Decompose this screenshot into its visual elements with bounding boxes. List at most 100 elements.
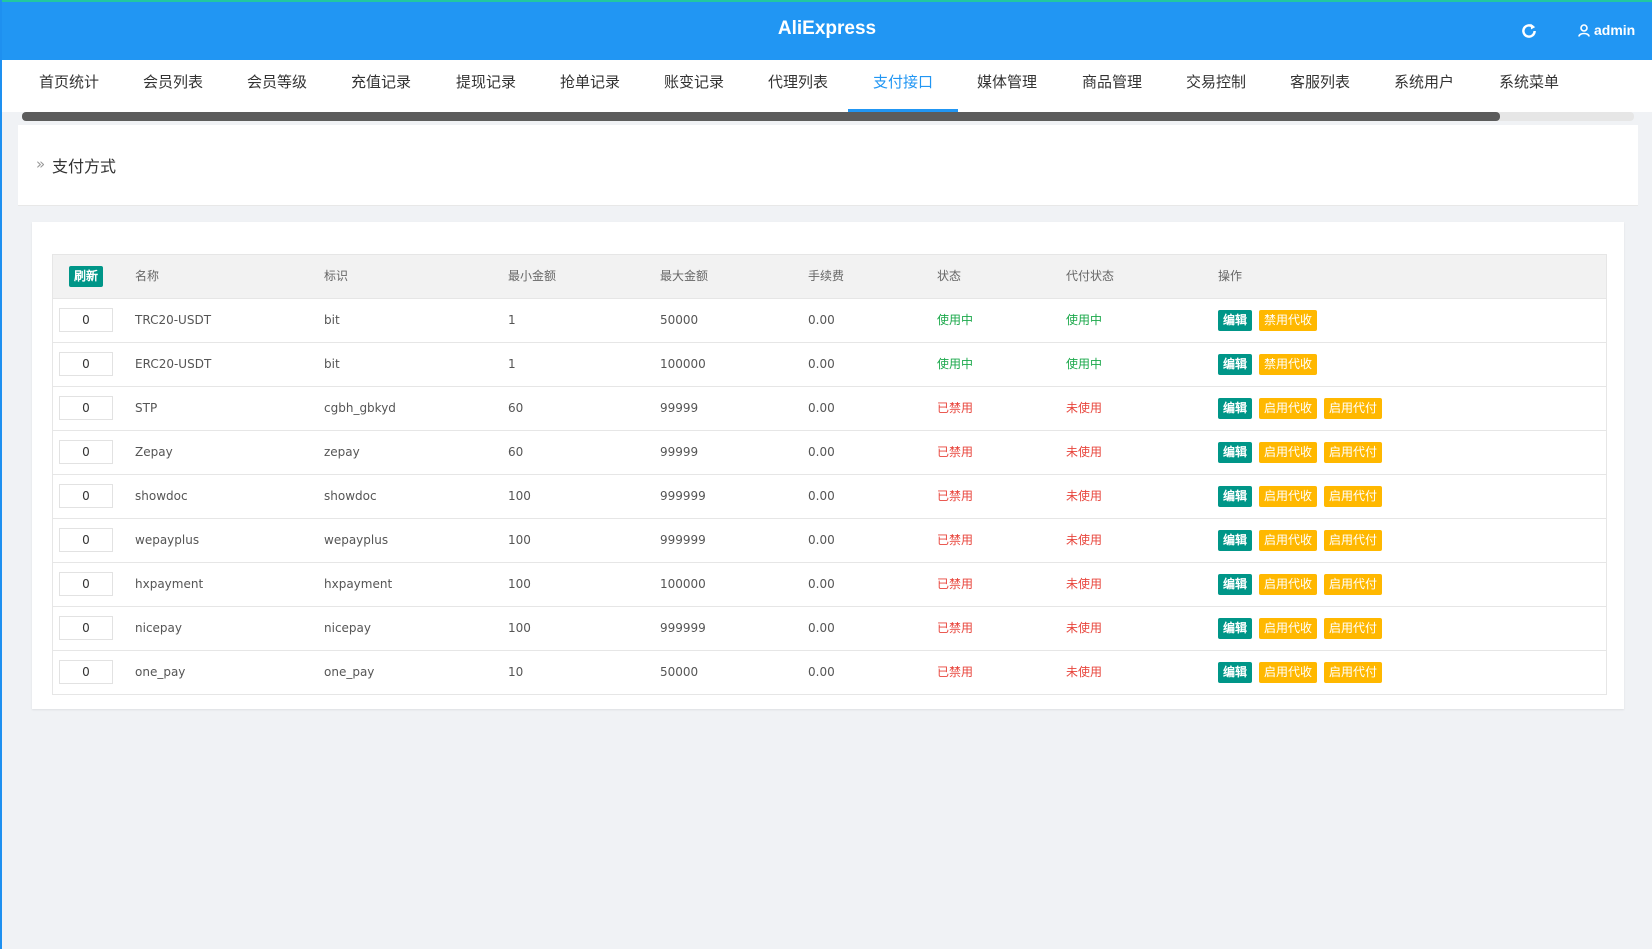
- tab-5[interactable]: 抢单记录: [535, 60, 645, 112]
- toggle-payout-button[interactable]: 启用代付: [1324, 486, 1383, 507]
- cell-ident: zepay: [324, 445, 360, 459]
- tab-1[interactable]: 会员列表: [118, 60, 228, 112]
- tab-2[interactable]: 会员等级: [222, 60, 332, 112]
- edit-button[interactable]: 编辑: [1218, 354, 1253, 375]
- cell-min: 100: [508, 621, 531, 635]
- refresh-icon[interactable]: [1520, 22, 1538, 40]
- cell-ident: cgbh_gbkyd: [324, 401, 396, 415]
- toggle-collect-button[interactable]: 启用代收: [1259, 398, 1318, 419]
- cell-max: 100000: [660, 577, 706, 591]
- table-row: 0 wepayplus wepayplus 100 999999 0.00 已禁用 未使用 编辑…: [53, 519, 1606, 563]
- cell-fee: 0.00: [808, 665, 835, 679]
- sort-input[interactable]: 0: [59, 484, 113, 508]
- tab-11[interactable]: 交易控制: [1161, 60, 1271, 112]
- nav-scrollbar[interactable]: [22, 112, 1634, 121]
- table-row: 0 ERC20-USDT bit 1 100000 0.00 使用中 使用中 编辑 禁用代收: [53, 343, 1606, 387]
- toggle-collect-button[interactable]: 禁用代收: [1259, 354, 1318, 375]
- status-badge: 已禁用: [937, 489, 974, 503]
- cell-min: 100: [508, 533, 531, 547]
- cell-max: 99999: [660, 401, 699, 415]
- cell-ident: bit: [324, 357, 340, 371]
- edit-button[interactable]: 编辑: [1218, 310, 1253, 331]
- payout-status-badge: 未使用: [1066, 445, 1103, 459]
- toggle-collect-button[interactable]: 启用代收: [1259, 574, 1318, 595]
- edit-button[interactable]: 编辑: [1218, 574, 1253, 595]
- sort-input[interactable]: 0: [59, 572, 113, 596]
- toggle-payout-button[interactable]: 启用代付: [1324, 574, 1383, 595]
- toggle-payout-button[interactable]: 启用代付: [1324, 662, 1383, 683]
- cell-ident: wepayplus: [324, 533, 389, 547]
- col-ident: 标识: [324, 269, 349, 283]
- toggle-collect-button[interactable]: 启用代收: [1259, 530, 1318, 551]
- sort-input[interactable]: 0: [59, 308, 113, 332]
- tab-10[interactable]: 商品管理: [1057, 60, 1167, 112]
- cell-name: TRC20-USDT: [135, 313, 212, 327]
- edit-button[interactable]: 编辑: [1218, 662, 1253, 683]
- toggle-payout-button[interactable]: 启用代付: [1324, 442, 1383, 463]
- edit-button[interactable]: 编辑: [1218, 618, 1253, 639]
- page-title: 支付方式: [52, 157, 117, 176]
- status-badge: 已禁用: [937, 445, 974, 459]
- refresh-button[interactable]: 刷新: [69, 266, 104, 287]
- toggle-collect-button[interactable]: 启用代收: [1259, 618, 1318, 639]
- edit-button[interactable]: 编辑: [1218, 486, 1253, 507]
- toggle-payout-button[interactable]: 启用代付: [1324, 618, 1383, 639]
- toggle-collect-button[interactable]: 启用代收: [1259, 662, 1318, 683]
- tab-14[interactable]: 系统菜单: [1474, 60, 1584, 112]
- tab-3[interactable]: 充值记录: [326, 60, 436, 112]
- tab-7[interactable]: 代理列表: [743, 60, 853, 112]
- tab-13[interactable]: 系统用户: [1369, 60, 1479, 112]
- edit-button[interactable]: 编辑: [1218, 442, 1253, 463]
- row-actions: 编辑 启用代收 启用代付: [1218, 519, 1389, 562]
- col-actions: 操作: [1218, 269, 1243, 283]
- payout-status-badge: 未使用: [1066, 533, 1103, 547]
- cell-ident: bit: [324, 313, 340, 327]
- cell-fee: 0.00: [808, 533, 835, 547]
- row-actions: 编辑 启用代收 启用代付: [1218, 651, 1389, 694]
- tab-12[interactable]: 客服列表: [1265, 60, 1375, 112]
- toggle-payout-button[interactable]: 启用代付: [1324, 530, 1383, 551]
- toggle-collect-button[interactable]: 启用代收: [1259, 442, 1318, 463]
- sort-input[interactable]: 0: [59, 440, 113, 464]
- cell-max: 999999: [660, 489, 706, 503]
- tab-6[interactable]: 账变记录: [639, 60, 749, 112]
- sort-input[interactable]: 0: [59, 528, 113, 552]
- cell-min: 60: [508, 445, 524, 459]
- row-actions: 编辑 启用代收 启用代付: [1218, 475, 1389, 518]
- table-row: 0 hxpayment hxpayment 100 100000 0.00 已禁用 未使用 编辑…: [53, 563, 1606, 607]
- sort-input[interactable]: 0: [59, 616, 113, 640]
- cell-ident: one_pay: [324, 665, 375, 679]
- cell-max: 50000: [660, 665, 699, 679]
- cell-min: 1: [508, 313, 516, 327]
- nav-scrollbar-thumb[interactable]: [22, 112, 1500, 121]
- tab-0[interactable]: 首页统计: [14, 60, 124, 112]
- table-row: 0 nicepay nicepay 100 999999 0.00 已禁用 未使用 编辑 启用代收…: [53, 607, 1606, 651]
- cell-fee: 0.00: [808, 621, 835, 635]
- cell-fee: 0.00: [808, 445, 835, 459]
- table-row: 0 Zepay zepay 60 99999 0.00 已禁用 未使用 编辑 启用代收 启用代付: [53, 431, 1606, 475]
- breadcrumb: » 支付方式: [18, 125, 1638, 206]
- sort-input[interactable]: 0: [59, 660, 113, 684]
- status-badge: 已禁用: [937, 533, 974, 547]
- brand-title: AliExpress: [777, 18, 877, 39]
- nav-tabs: 首页统计 会员列表 会员等级 充值记录 提现记录 抢单记录 账变记录 代理列表 支付接口 媒体管理…: [2, 60, 1652, 112]
- sort-input[interactable]: 0: [59, 352, 113, 376]
- status-badge: 已禁用: [937, 401, 974, 415]
- toggle-collect-button[interactable]: 禁用代收: [1259, 310, 1318, 331]
- status-badge: 已禁用: [937, 621, 974, 635]
- user-menu[interactable]: admin: [1578, 22, 1635, 38]
- payout-status-badge: 未使用: [1066, 577, 1103, 591]
- tab-4[interactable]: 提现记录: [431, 60, 541, 112]
- table-row: 0 TRC20-USDT bit 1 50000 0.00 使用中 使用中 编辑 禁用代收: [53, 299, 1606, 343]
- toggle-collect-button[interactable]: 启用代收: [1259, 486, 1318, 507]
- cell-fee: 0.00: [808, 313, 835, 327]
- table-row: 0 one_pay one_pay 10 50000 0.00 已禁用 未使用 编辑 启用代收 启用…: [53, 651, 1606, 694]
- edit-button[interactable]: 编辑: [1218, 398, 1253, 419]
- cell-ident: nicepay: [324, 621, 371, 635]
- toggle-payout-button[interactable]: 启用代付: [1324, 398, 1383, 419]
- cell-name: ERC20-USDT: [135, 357, 212, 371]
- tab-9[interactable]: 媒体管理: [952, 60, 1062, 112]
- edit-button[interactable]: 编辑: [1218, 530, 1253, 551]
- tab-8[interactable]: 支付接口: [848, 60, 958, 112]
- sort-input[interactable]: 0: [59, 396, 113, 420]
